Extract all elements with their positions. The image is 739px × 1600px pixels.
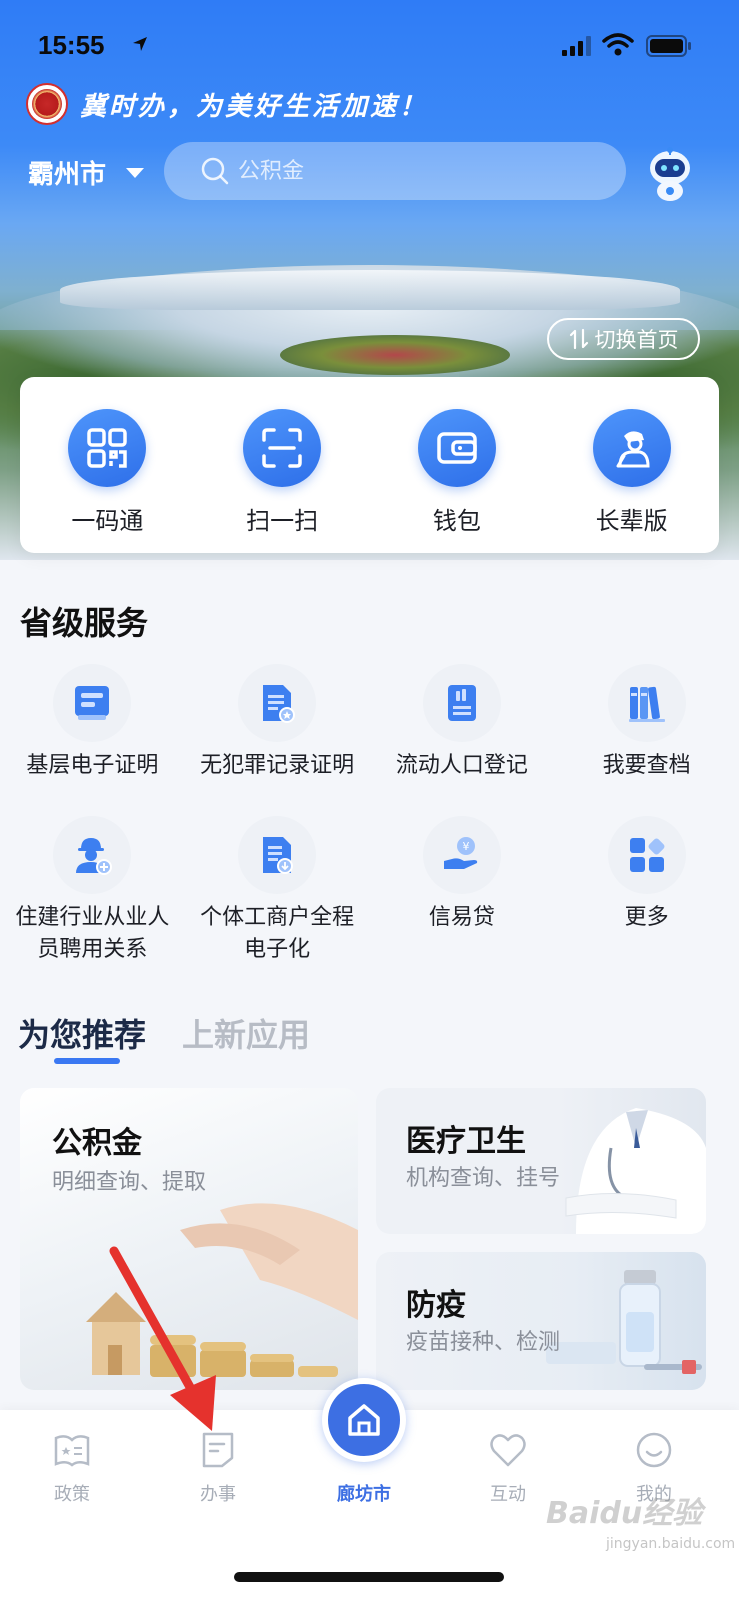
search-icon — [201, 157, 229, 185]
tab-policy[interactable]: 政策 — [22, 1430, 122, 1506]
service-label: 无犯罪记录证明 — [200, 753, 355, 778]
quick-action-scan[interactable]: 扫一扫 — [195, 377, 370, 553]
search-bar[interactable] — [164, 142, 626, 200]
quick-action-qr-code[interactable]: 一码通 — [20, 377, 195, 553]
switch-home-label: 切换首页 — [594, 328, 679, 352]
no-crime-record-icon — [263, 685, 296, 723]
provincial-services-grid: 基层电子证明 无犯罪记录证明 流动人口登记 我要查档 住建行业从业人员聘用关系 … — [0, 664, 739, 968]
archive-icon — [628, 686, 665, 722]
watermark-logo: Baidu经验 — [546, 1496, 703, 1531]
switch-home-button[interactable]: 切换首页 — [547, 318, 700, 360]
tab-label: 互动 — [490, 1484, 526, 1505]
card-subtitle: 明细查询、提取 — [52, 1170, 207, 1195]
battery-icon — [646, 35, 691, 57]
service-item[interactable]: 个体工商户全程电子化 — [185, 816, 370, 968]
wifi-icon — [602, 33, 634, 56]
doctor-illustration — [565, 1108, 706, 1234]
service-label: 基层电子证明 — [26, 753, 159, 778]
service-label: 流动人口登记 — [395, 753, 528, 778]
card-title: 医疗卫生 — [406, 1124, 526, 1159]
city-selector[interactable]: 霸州市 — [28, 154, 106, 191]
quick-action-wallet[interactable]: 钱包 — [370, 377, 545, 553]
service-label: 住建行业从业人员聘用关系 — [15, 905, 170, 962]
banner-garden — [280, 335, 510, 375]
recommend-card-healthcare[interactable]: 医疗卫生 机构查询、挂号 — [376, 1088, 706, 1234]
home-icon — [348, 1404, 380, 1436]
quick-action-label: 钱包 — [432, 507, 481, 535]
quick-action-label: 一码通 — [71, 507, 144, 535]
tab-new-apps[interactable]: 上新应用 — [182, 1010, 310, 1056]
service-item[interactable]: 流动人口登记 — [370, 664, 555, 816]
city-emblem-logo — [26, 83, 68, 125]
tab-label: 办事 — [200, 1484, 236, 1505]
service-label: 我要查档 — [602, 753, 691, 778]
service-item[interactable]: 住建行业从业人员聘用关系 — [0, 816, 185, 968]
heart-icon — [490, 1434, 526, 1467]
home-indicator[interactable] — [234, 1572, 504, 1582]
recommend-tabs: 为您推荐 上新应用 — [18, 1010, 346, 1064]
tab-recommended[interactable]: 为您推荐 — [18, 1010, 146, 1064]
certificate-icon — [75, 686, 110, 720]
service-item[interactable]: 我要查档 — [554, 664, 739, 816]
section-title-provincial-services: 省级服务 — [20, 604, 149, 642]
red-annotation-arrow — [109, 1246, 216, 1431]
qr-code-icon — [87, 428, 128, 468]
card-title: 防疫 — [406, 1288, 466, 1323]
svg-text:¥: ¥ — [462, 840, 469, 853]
banner-stadium-roof — [60, 270, 680, 310]
status-bar: 15:55 — [0, 0, 739, 90]
tab-label: 政策 — [54, 1484, 90, 1505]
tab-interaction[interactable]: 互动 — [458, 1430, 558, 1506]
city-search-row: 霸州市 — [28, 142, 718, 202]
affairs-icon — [202, 1432, 234, 1468]
location-arrow-icon — [133, 37, 147, 51]
quick-action-elder-mode[interactable]: 长辈版 — [544, 377, 719, 553]
service-item[interactable]: 更多 — [554, 816, 739, 968]
robot-assistant-icon[interactable] — [642, 146, 698, 202]
status-time: 15:55 — [38, 30, 105, 60]
wallet-icon — [437, 432, 477, 464]
quick-actions-card: 一码通 扫一扫 钱包 长辈版 — [20, 377, 719, 553]
tab-label-active[interactable]: 廊坊市 — [312, 1480, 416, 1506]
cellular-signal-icon — [562, 36, 591, 56]
slogan-row: 冀时办，为美好生活加速！ — [26, 82, 428, 126]
service-item[interactable]: 无犯罪记录证明 — [185, 664, 370, 816]
watermark-url: jingyan.baidu.com — [606, 1536, 736, 1552]
service-label: 个体工商户全程电子化 — [200, 905, 355, 962]
more-apps-icon — [629, 838, 665, 872]
service-label: 更多 — [624, 905, 669, 930]
registration-icon — [447, 685, 476, 721]
service-item[interactable]: ¥ 信易贷 — [370, 816, 555, 968]
quick-action-label: 长辈版 — [595, 507, 668, 535]
elder-mode-icon — [616, 431, 650, 468]
profile-icon — [636, 1432, 672, 1468]
vaccine-illustration — [546, 1270, 702, 1374]
slogan-text: 冀时办，为美好生活加速！ — [80, 91, 429, 122]
loan-icon: ¥ — [443, 837, 478, 869]
tab-home-city[interactable] — [322, 1378, 406, 1462]
card-subtitle: 机构查询、挂号 — [406, 1166, 561, 1191]
policy-icon — [54, 1435, 90, 1467]
card-subtitle: 疫苗接种、检测 — [406, 1330, 561, 1355]
scan-icon — [262, 428, 302, 468]
service-item[interactable]: 基层电子证明 — [0, 664, 185, 816]
business-license-icon — [263, 837, 294, 874]
recommend-card-epidemic[interactable]: 防疫 疫苗接种、检测 — [376, 1252, 706, 1390]
worker-icon — [76, 838, 113, 875]
search-input[interactable] — [238, 158, 598, 184]
swap-arrows-icon — [569, 328, 588, 350]
quick-action-label: 扫一扫 — [246, 507, 319, 535]
chevron-down-icon[interactable] — [126, 168, 144, 178]
tab-affairs[interactable]: 办事 — [168, 1430, 268, 1506]
service-label: 信易贷 — [428, 905, 495, 930]
card-title: 公积金 — [52, 1126, 142, 1161]
